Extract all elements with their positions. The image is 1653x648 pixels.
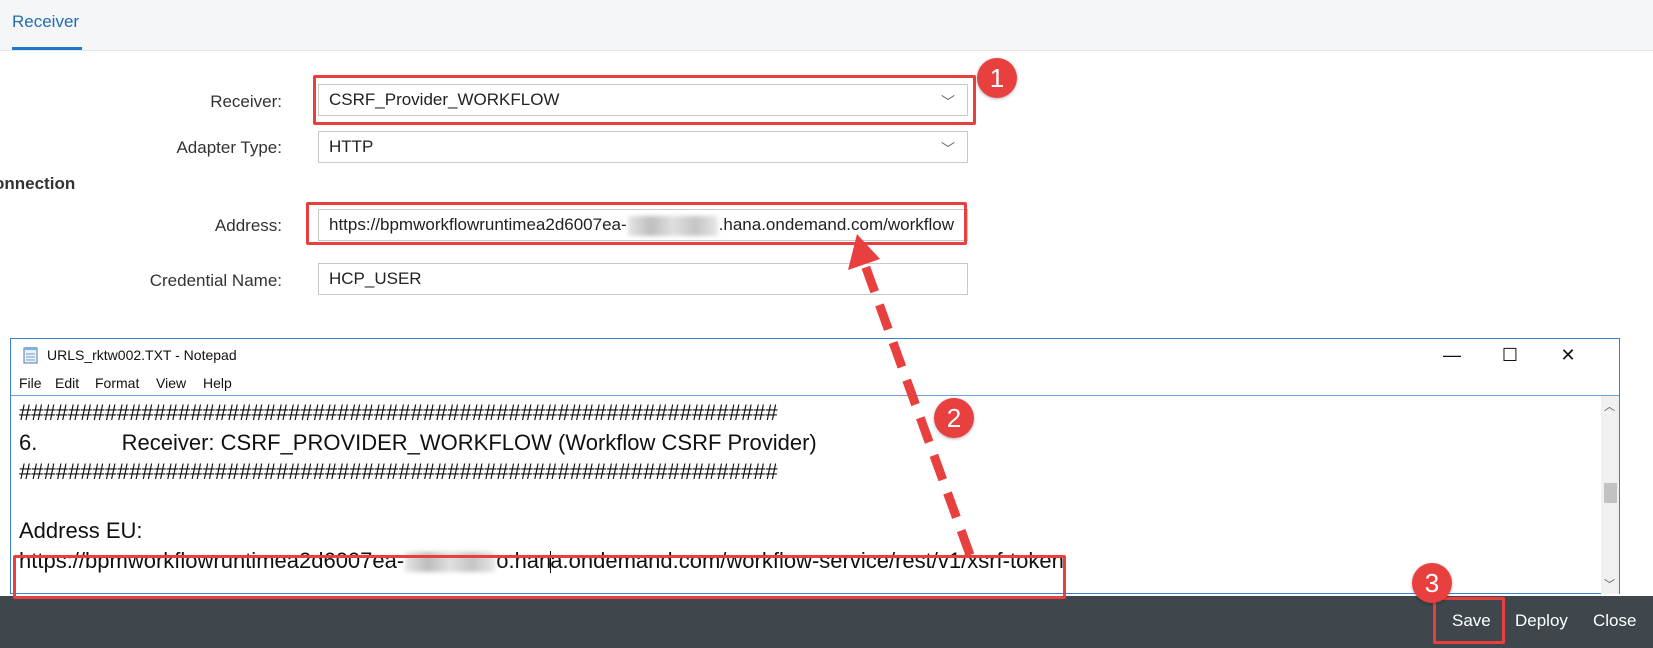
- dashed-arrow: [848, 234, 975, 557]
- step-badge-3: 3: [1412, 563, 1452, 603]
- step-badge-1: 1: [977, 58, 1017, 98]
- step-badge-2: 2: [934, 398, 974, 438]
